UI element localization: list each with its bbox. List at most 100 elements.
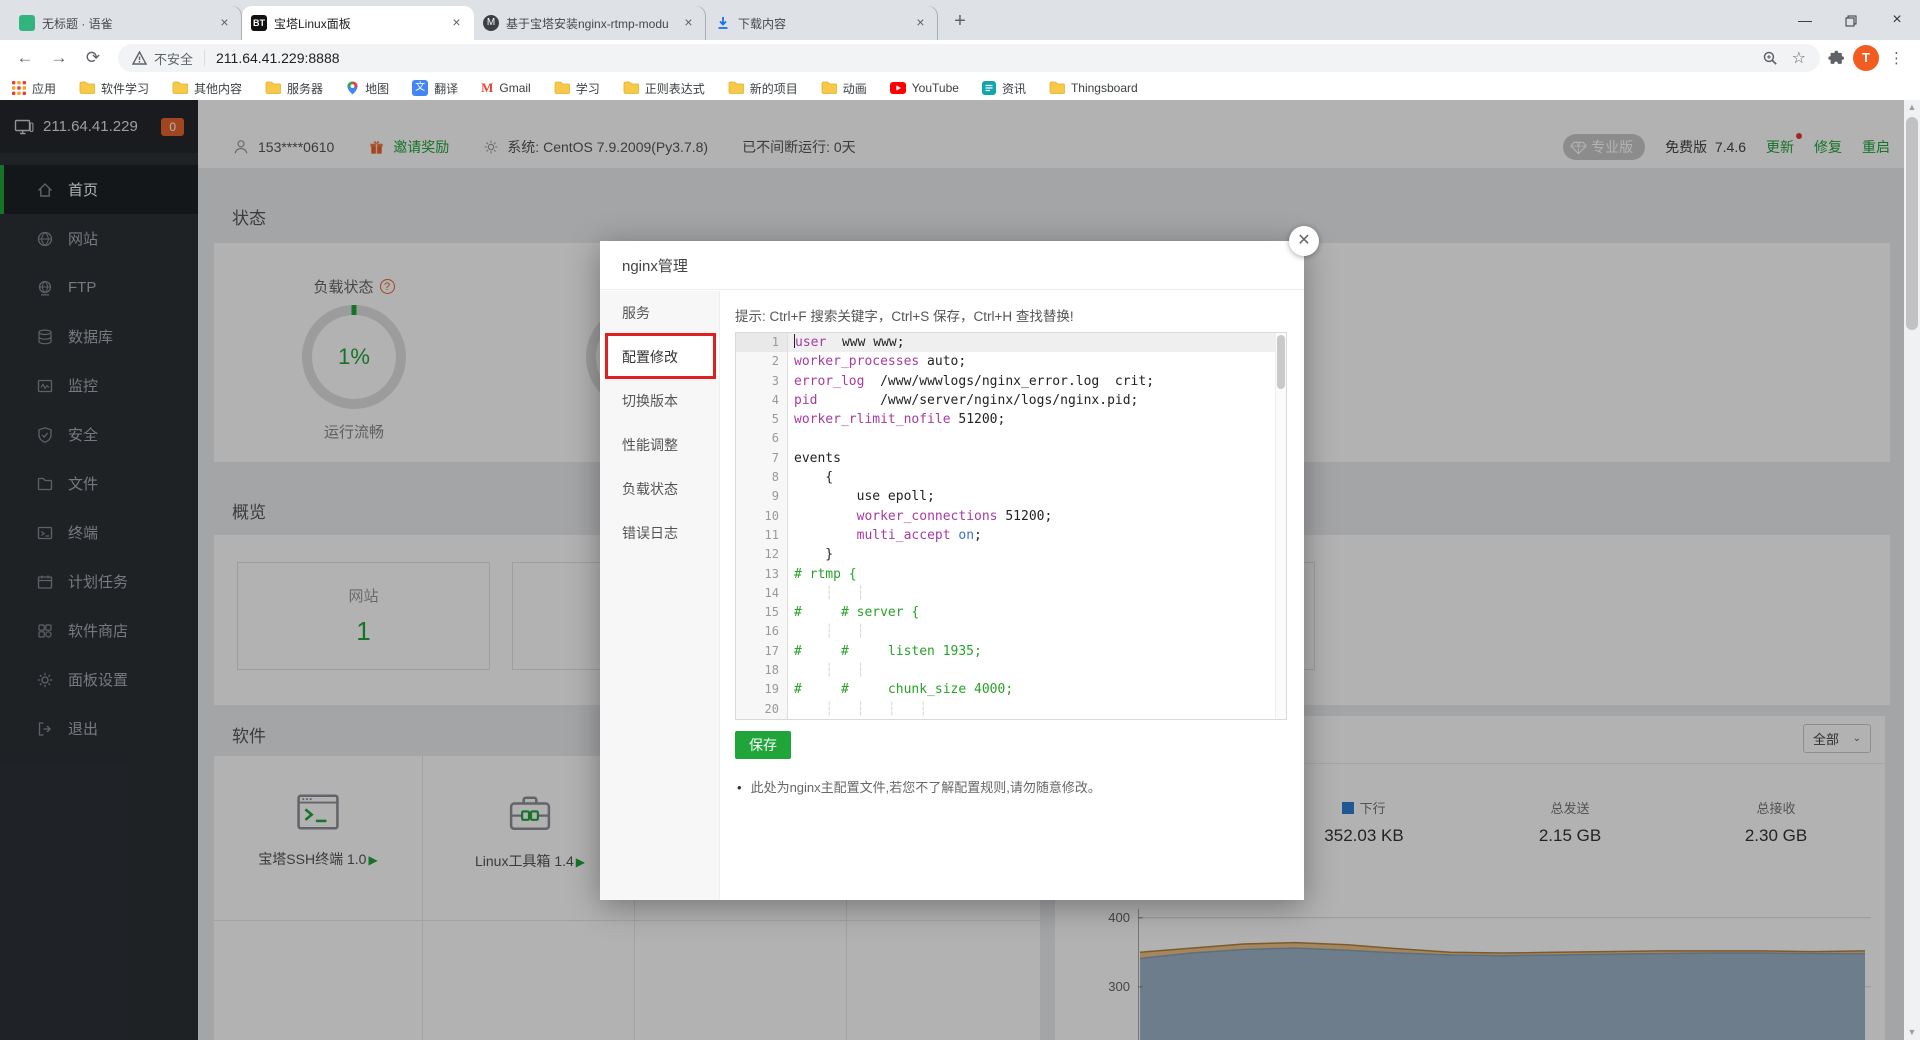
- line-number: 1: [736, 333, 787, 352]
- bookmark-label: 翻译: [434, 80, 458, 97]
- tab-close-icon[interactable]: ×: [216, 15, 233, 32]
- tab-close-icon[interactable]: ×: [680, 15, 697, 32]
- folder-icon: [1049, 81, 1065, 95]
- bookmark-item[interactable]: YouTube: [890, 81, 959, 95]
- bookmark-item[interactable]: 地图: [346, 80, 389, 97]
- line-number: 8: [736, 468, 787, 487]
- bookmark-item[interactable]: 新的项目: [728, 80, 798, 97]
- browser-toolbar: ← → ⟳ 不安全 211.64.41.229:8888 ☆ T ⋮: [0, 40, 1920, 76]
- forward-button[interactable]: →: [45, 44, 73, 72]
- line-number: 3: [736, 372, 787, 391]
- browser-tab[interactable]: 无标题 · 语雀 ×: [10, 6, 242, 40]
- modal-tab-配置修改[interactable]: 配置修改: [600, 335, 719, 379]
- bookmark-item[interactable]: 动画: [821, 80, 867, 97]
- bookmark-label: 学习: [576, 80, 600, 97]
- code-line: events: [788, 449, 1286, 468]
- save-button[interactable]: 保存: [735, 731, 791, 759]
- not-secure-warning-icon[interactable]: [132, 51, 147, 65]
- security-label[interactable]: 不安全: [154, 49, 193, 68]
- close-window-button[interactable]: ×: [1874, 0, 1920, 40]
- code-area: user www www;worker_processes auto;error…: [788, 333, 1286, 719]
- download-favicon-icon: [715, 15, 731, 31]
- bookmark-item[interactable]: 资讯: [982, 80, 1026, 97]
- line-number: 4: [736, 391, 787, 410]
- tab-title: 无标题 · 语雀: [42, 15, 209, 32]
- bookmark-label: 正则表达式: [645, 80, 705, 97]
- editor-scrollbar[interactable]: [1275, 333, 1286, 719]
- modal-tab-切换版本[interactable]: 切换版本: [600, 379, 719, 423]
- nginx-manage-modal: ✕ nginx管理 服务配置修改切换版本性能调整负载状态错误日志 提示: Ctr…: [600, 241, 1304, 900]
- bookmark-item[interactable]: MGmail: [481, 80, 531, 96]
- tab-title: 宝塔Linux面板: [274, 15, 441, 32]
- browser-tab[interactable]: 下载内容×: [706, 6, 938, 40]
- tab-title: 基于宝塔安装nginx-rtmp-modu: [506, 15, 673, 32]
- screen: 无标题 · 语雀×BT宝塔Linux面板×M基于宝塔安装nginx-rtmp-m…: [0, 0, 1920, 1040]
- folder-icon: [79, 81, 95, 95]
- code-line: {: [788, 468, 1286, 487]
- config-editor[interactable]: 1234567891011121314151617181920 user www…: [735, 332, 1287, 720]
- bookmark-item[interactable]: 应用: [12, 80, 56, 97]
- modal-tab-性能调整[interactable]: 性能调整: [600, 423, 719, 467]
- bookmark-label: 新的项目: [750, 80, 798, 97]
- line-number: 7: [736, 449, 787, 468]
- scroll-up-icon[interactable]: ▲: [1904, 100, 1920, 115]
- browser-tab[interactable]: BT 宝塔Linux面板 ×: [242, 6, 474, 40]
- browser-tab[interactable]: M基于宝塔安装nginx-rtmp-modu×: [474, 6, 706, 40]
- scroll-down-icon[interactable]: ▼: [1904, 1025, 1920, 1040]
- line-number: 2: [736, 352, 787, 371]
- line-number: 5: [736, 410, 787, 429]
- address-bar[interactable]: 不安全 211.64.41.229:8888 ☆: [118, 44, 1820, 72]
- folder-icon: [172, 81, 188, 95]
- code-line: ┆ ┆ ┆ ┆: [788, 700, 1286, 719]
- bookmark-item[interactable]: 服务器: [265, 80, 323, 97]
- folder-icon: [554, 81, 570, 95]
- url-text[interactable]: 211.64.41.229:8888: [216, 50, 1762, 66]
- line-number: 10: [736, 507, 787, 526]
- scrollbar-thumb[interactable]: [1906, 117, 1918, 330]
- code-line: worker_processes auto;: [788, 352, 1286, 371]
- line-number-gutter: 1234567891011121314151617181920: [736, 333, 788, 719]
- code-line: use epoll;: [788, 487, 1286, 506]
- back-button[interactable]: ←: [11, 44, 39, 72]
- bookmark-item[interactable]: 文翻译: [412, 80, 458, 97]
- bookmark-label: Gmail: [499, 81, 530, 95]
- line-number: 11: [736, 526, 787, 545]
- bookmark-item[interactable]: 学习: [554, 80, 600, 97]
- tab-close-icon[interactable]: ×: [912, 15, 929, 32]
- minimize-button[interactable]: —: [1782, 0, 1828, 40]
- modal-tab-错误日志[interactable]: 错误日志: [600, 511, 719, 555]
- bt-favicon-icon: BT: [251, 15, 267, 31]
- code-line: # rtmp {: [788, 565, 1286, 584]
- close-icon[interactable]: ✕: [1289, 226, 1319, 256]
- modal-tab-负载状态[interactable]: 负载状态: [600, 467, 719, 511]
- code-line: pid /www/server/nginx/logs/nginx.pid;: [788, 391, 1286, 410]
- new-tab-button[interactable]: +: [946, 8, 974, 36]
- page-scrollbar[interactable]: ▲ ▼: [1904, 100, 1920, 1040]
- bookmark-item[interactable]: 其他内容: [172, 80, 242, 97]
- browser-menu-icon[interactable]: ⋮: [1889, 49, 1904, 67]
- news-icon: [982, 81, 996, 95]
- code-line: worker_connections 51200;: [788, 507, 1286, 526]
- bookmark-star-icon[interactable]: ☆: [1792, 48, 1806, 68]
- editor-scrollbar-thumb[interactable]: [1277, 335, 1285, 389]
- tab-close-icon[interactable]: ×: [448, 15, 465, 32]
- code-line: ┆ ┆: [788, 661, 1286, 680]
- modal-tab-服务[interactable]: 服务: [600, 291, 719, 335]
- browser-tabstrip: 无标题 · 语雀×BT宝塔Linux面板×M基于宝塔安装nginx-rtmp-m…: [0, 0, 1920, 40]
- bookmark-label: 服务器: [287, 80, 323, 97]
- restore-button[interactable]: [1828, 0, 1874, 40]
- line-number: 9: [736, 487, 787, 506]
- config-note: •此处为nginx主配置文件,若您不了解配置规则,请勿随意修改。: [737, 777, 1101, 796]
- extensions-puzzle-icon[interactable]: [1828, 50, 1845, 67]
- bookmark-item[interactable]: Thingsboard: [1049, 81, 1138, 95]
- code-line: multi_accept on;: [788, 526, 1286, 545]
- bookmark-item[interactable]: 软件学习: [79, 80, 149, 97]
- maps-icon: [346, 80, 359, 96]
- profile-avatar[interactable]: T: [1853, 45, 1879, 71]
- omnibox-separator: [204, 50, 205, 66]
- bookmark-item[interactable]: 正则表达式: [623, 80, 705, 97]
- reload-button[interactable]: ⟳: [79, 44, 107, 72]
- code-line: # # listen 1935;: [788, 642, 1286, 661]
- zoom-icon[interactable]: [1762, 50, 1778, 66]
- code-line: # # chunk_size 4000;: [788, 680, 1286, 699]
